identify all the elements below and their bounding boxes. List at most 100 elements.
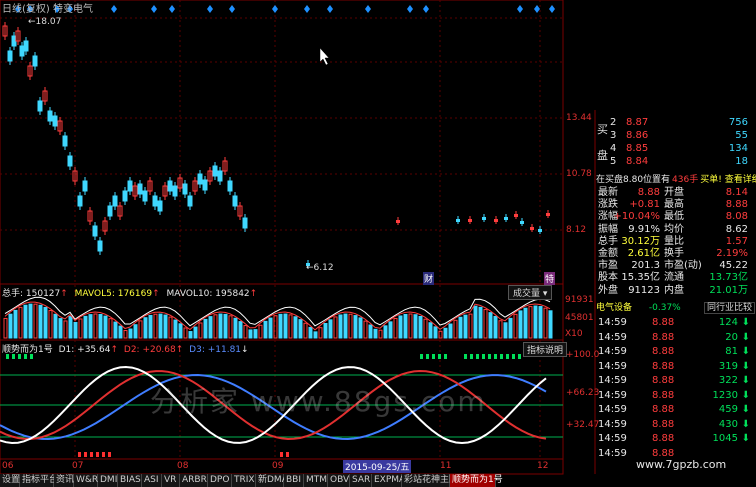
quote-value: 13.73亿 (709, 272, 748, 284)
event-diamonds (15, 5, 555, 13)
down-arrow-icon: ⬇ (741, 389, 750, 401)
quote-value: 8.88 (637, 187, 660, 198)
diamond-marker (229, 5, 235, 13)
indicator-help-button[interactable]: 指标说明 (523, 342, 568, 357)
quote-value: 91123 (628, 284, 660, 296)
indicator-name: 顺势而为1号 (2, 345, 53, 355)
indicator-tab[interactable]: MTM (304, 474, 328, 487)
quote-label: 振幅 (598, 223, 618, 235)
volume-bar (308, 326, 313, 339)
volume-bar (43, 306, 48, 339)
tick-volume: 81 (725, 346, 738, 357)
tick-time: 14:59 (598, 360, 627, 372)
volume-bar (8, 313, 13, 339)
volume-bar (208, 316, 213, 339)
indicator-tab[interactable]: SAR (350, 474, 372, 487)
buy-signal (500, 354, 503, 359)
buy-signal (470, 354, 473, 359)
volume-bar (18, 306, 23, 339)
indicator-tab[interactable]: DPO (208, 474, 232, 487)
indicator-tab[interactable]: 顺势而为1号 (450, 474, 503, 487)
volume-bar (68, 316, 73, 339)
sell-signal (78, 452, 81, 457)
tick-price: 8.88 (652, 389, 675, 401)
indicator-tab[interactable]: TRIX (232, 474, 256, 487)
volume-bar (388, 321, 393, 339)
indicator-tab[interactable]: 指标平台 (20, 474, 58, 487)
order-level: 4 (610, 143, 617, 154)
volume-bar (343, 313, 348, 339)
indicator-tab[interactable]: 新DMA (256, 474, 288, 487)
indicator-tab[interactable]: BBI (284, 474, 304, 487)
sell-order-row[interactable]: 5 8.84 18 (596, 156, 752, 168)
chart-title: 日线(复权) 特变电气 (2, 4, 93, 15)
compare-button[interactable]: 同行业比较 (704, 302, 756, 314)
volume-bar (258, 324, 263, 339)
special-mark[interactable]: 特 (544, 272, 556, 285)
indicator-tab[interactable]: 彩站花神主图 (402, 474, 458, 487)
volume-axis-unit: X10 (565, 329, 583, 339)
down-arrow-icon: ⬇ (741, 375, 750, 386)
order-notice[interactable]: 在买盘8.80位置有 436手 买单! 查看详细 (596, 174, 756, 186)
volume-bar (28, 303, 33, 339)
tick-time: 14:59 (598, 418, 627, 430)
indicator-tab[interactable]: 设置 (0, 474, 20, 487)
diamond-marker (207, 5, 213, 13)
indicator-tab[interactable]: OBV (328, 474, 350, 487)
down-arrow-icon: ⬇ (741, 317, 750, 328)
price-axis-label: 13.44 (566, 113, 592, 123)
candle-body (242, 217, 248, 229)
tick-row: 14:59 8.88 322 ⬇ (596, 375, 752, 387)
tick-list: 14:59 8.88 124 ⬇ 14:59 8.88 20 ⬇ 14:59 8.88 81 ⬇ 14:… (596, 317, 756, 467)
volume-bar (98, 314, 103, 339)
tick-row: 14:59 8.88 124 ⬇ (596, 317, 752, 329)
indicator-tab[interactable]: EXPMA (372, 474, 405, 487)
quote-value: 2.61亿 (627, 248, 660, 259)
volume-select-button[interactable]: 成交量 ▾ (508, 285, 553, 300)
volume-bar (353, 315, 358, 339)
volume-bar (408, 313, 413, 339)
quote-value: 1.57 (725, 235, 748, 247)
buy-signal (438, 354, 441, 359)
quote-row: 最新 8.88 开盘 8.14 (596, 187, 752, 199)
quote-label: 开盘 (664, 187, 684, 198)
indicator-tab[interactable]: ASI (142, 474, 162, 487)
indicator-tab[interactable]: VR (162, 474, 180, 487)
candle-body (97, 240, 103, 252)
site-watermark: www.7gpzb.com (636, 458, 727, 471)
buy-signal (512, 354, 515, 359)
tick-row: 14:59 8.88 430 ⬇ (596, 419, 752, 431)
volume-bar (528, 306, 533, 339)
sell-order-row[interactable]: 4 8.85 134 (596, 143, 752, 155)
volume-bar (23, 304, 28, 339)
volume-bar (393, 317, 398, 339)
sell-order-row[interactable]: 3 8.86 55 (596, 130, 752, 142)
indicator-tab[interactable]: DMI (98, 474, 118, 487)
tick-price: 8.88 (652, 346, 675, 357)
candle-body (546, 213, 550, 216)
volume-bar (523, 307, 528, 339)
finance-mark[interactable]: 财 (423, 272, 435, 285)
indicator-tab[interactable]: ARBR (180, 474, 208, 487)
sell-order-row[interactable]: 2 8.87 756 (596, 117, 752, 129)
buy-signal (506, 354, 509, 359)
candle-body (7, 50, 13, 62)
candle-body (187, 195, 193, 207)
indicator-tab[interactable]: BIAS (118, 474, 142, 487)
order-level: 5 (610, 156, 617, 167)
diamond-marker (304, 5, 310, 13)
tick-volume: 20 (725, 331, 738, 343)
quote-value: 9.91% (628, 223, 660, 235)
tick-time: 14:59 (598, 447, 627, 459)
candle-body (77, 195, 83, 207)
volume-bar (303, 322, 308, 339)
tick-price: 8.88 (652, 375, 675, 386)
indicator-tab[interactable]: W&R (74, 474, 98, 487)
volume-bar (503, 322, 508, 339)
volume-bar (463, 314, 468, 339)
quote-value: 21.01万 (709, 284, 748, 296)
volume-bar (103, 315, 108, 339)
down-arrow-icon: ⬇ (741, 404, 750, 415)
indicator-tab[interactable]: 资讯 (54, 474, 74, 487)
candle-body (23, 40, 29, 52)
